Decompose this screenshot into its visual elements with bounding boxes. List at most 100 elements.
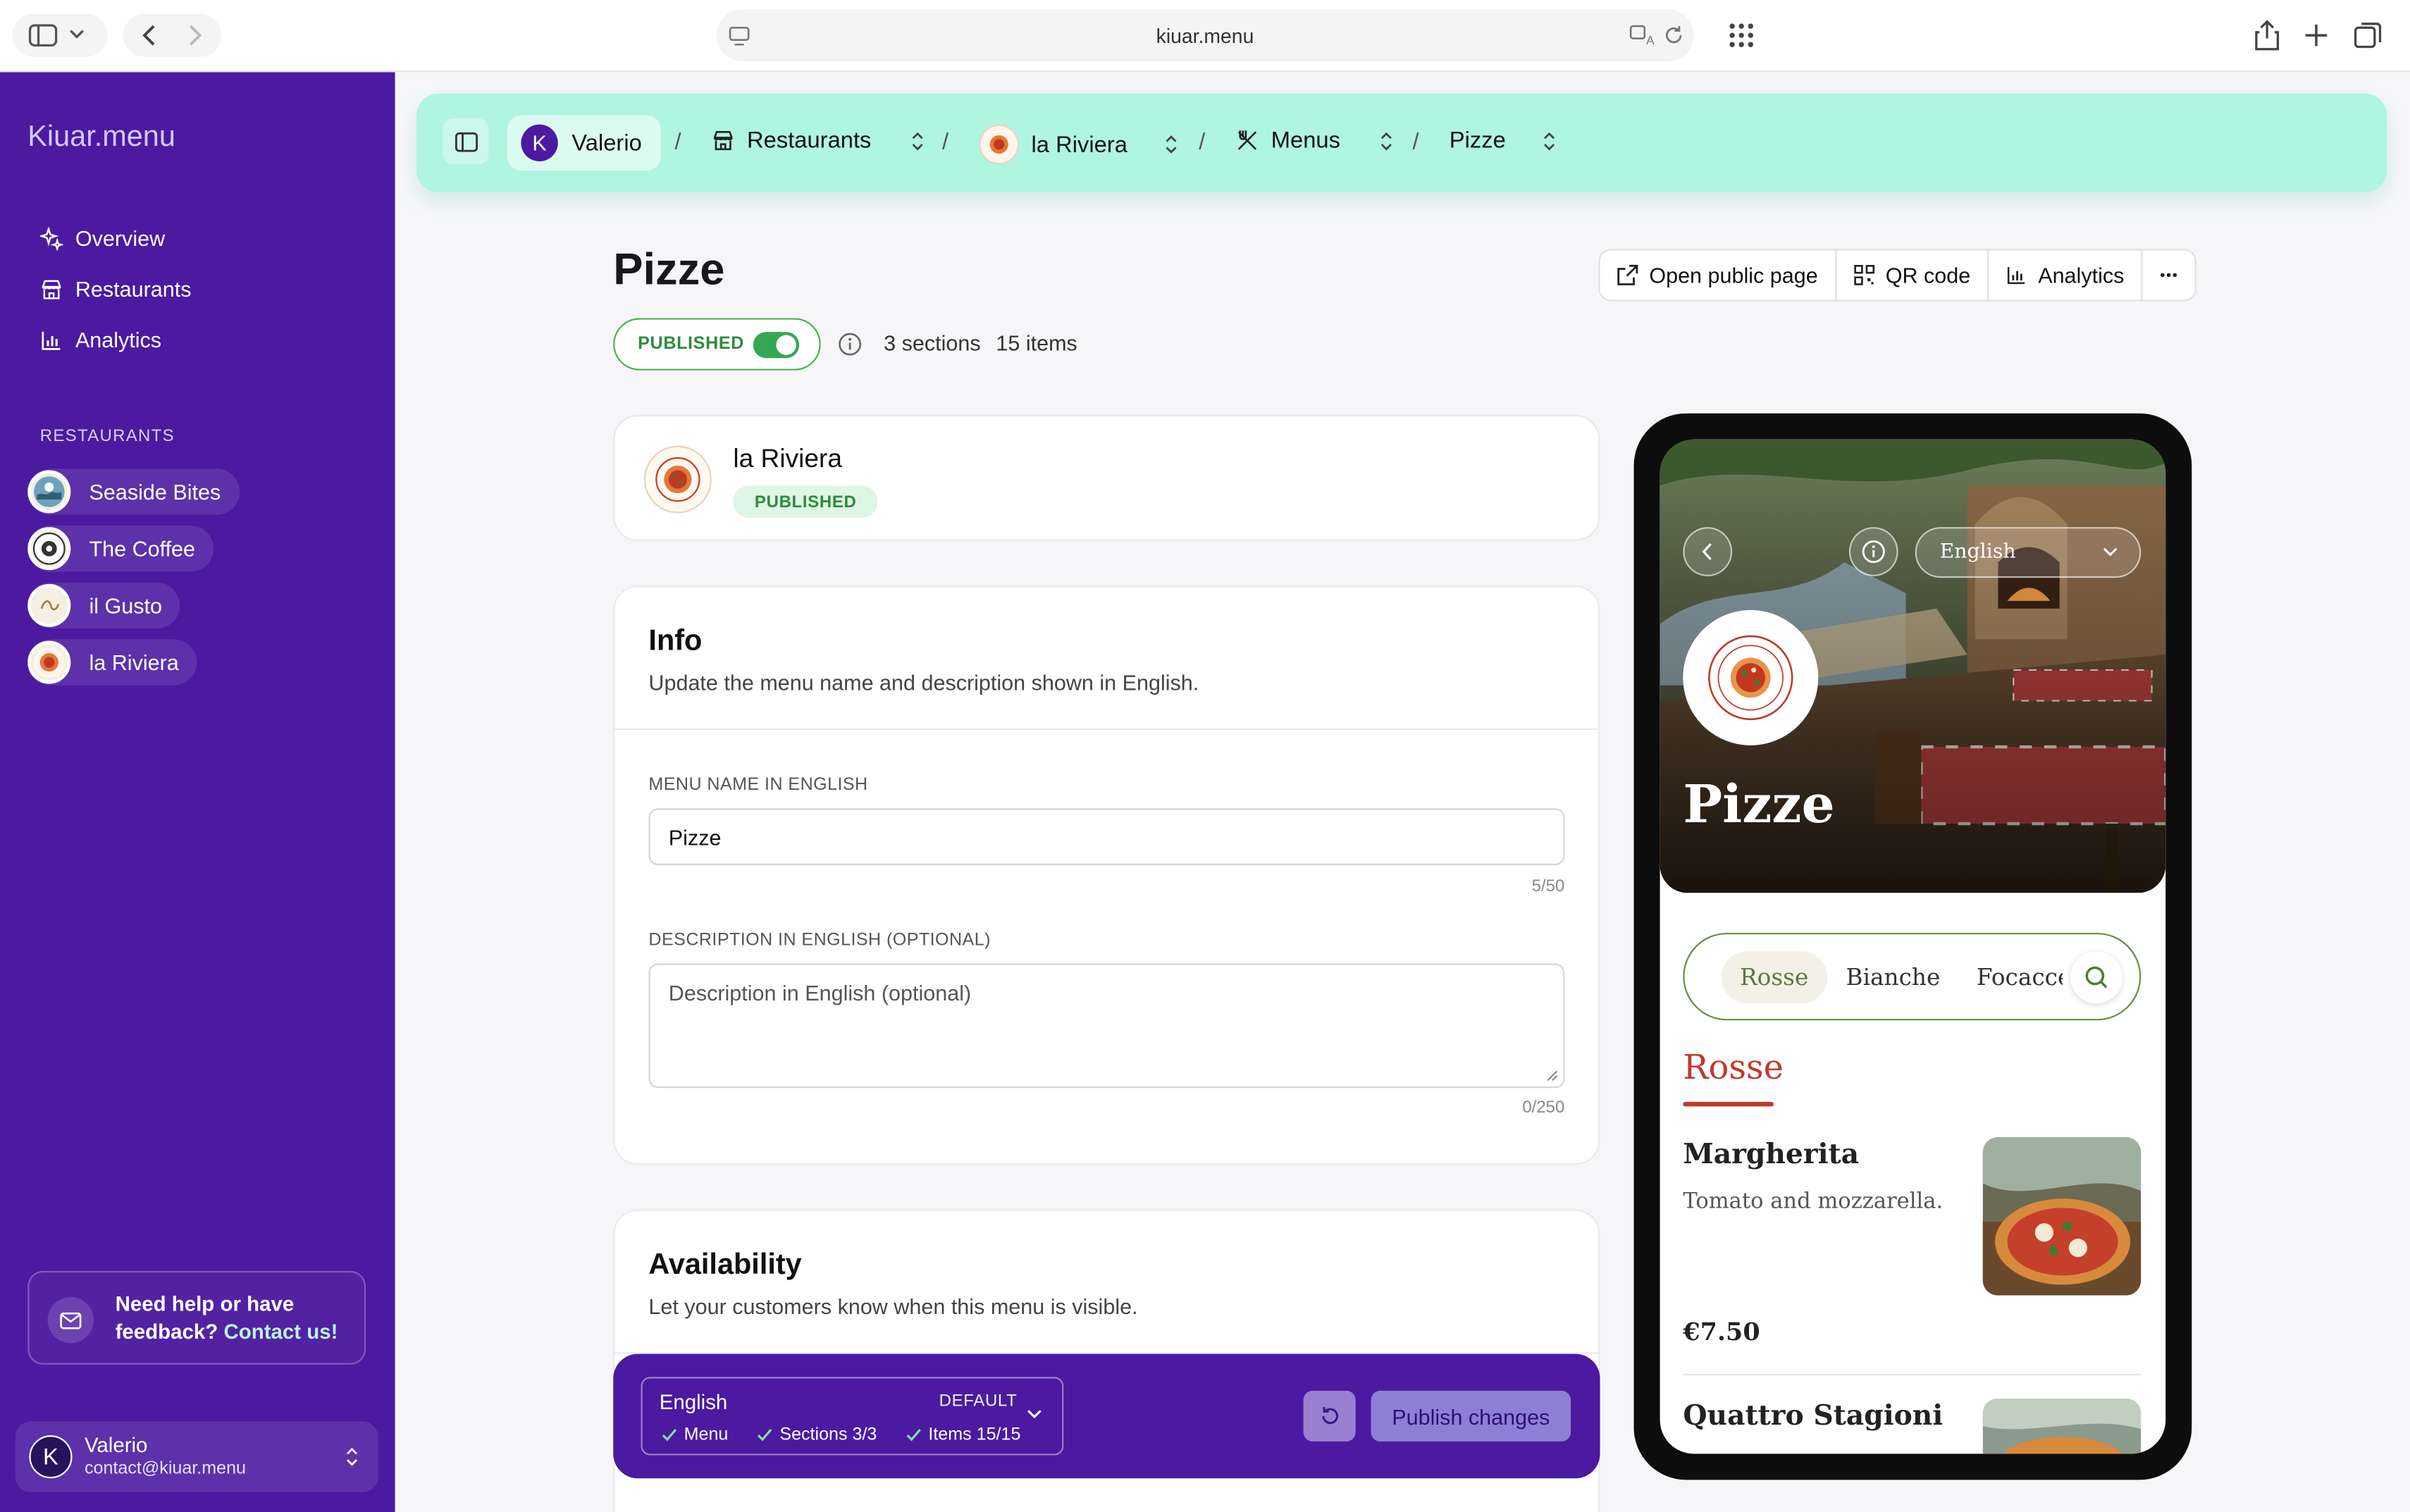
preview-item-name: Quattro Stagioni xyxy=(1683,1400,1944,1432)
breadcrumb-restaurant[interactable]: la Riviera xyxy=(979,124,1180,165)
extensions-grid-icon[interactable] xyxy=(1728,22,1755,49)
sections-count: 3 sections xyxy=(884,330,981,355)
check-items: Items 15/15 xyxy=(906,1425,1020,1444)
sidebar-toggle-button[interactable] xyxy=(12,13,108,57)
reader-icon[interactable] xyxy=(729,26,750,46)
chevron-updown-icon[interactable] xyxy=(1377,130,1395,151)
chevron-down-icon xyxy=(2103,547,2118,557)
preview-back-button[interactable] xyxy=(1683,527,1733,576)
description-textarea[interactable]: Description in English (optional) xyxy=(648,963,1565,1089)
restaurant-name: il Gusto xyxy=(89,593,163,618)
menu-name-counter: 5/50 xyxy=(1531,877,1565,896)
hero-image: English Pizze xyxy=(1660,439,2166,893)
address-bar[interactable]: kiuar.menu A xyxy=(716,9,1694,62)
availability-heading: Availability xyxy=(648,1249,802,1282)
chevron-down-icon xyxy=(70,30,85,39)
breadcrumb-separator: / xyxy=(1199,129,1206,156)
phone-preview: English Pizze Rosse Bianche Focacce Ross… xyxy=(1633,413,2192,1480)
chevron-updown-icon[interactable] xyxy=(908,130,927,151)
url-text: kiuar.menu xyxy=(1156,23,1254,47)
nav-restaurants[interactable]: Restaurants xyxy=(40,272,192,306)
check-sections-label: Sections 3/3 xyxy=(779,1425,877,1444)
preview-tab-focacce[interactable]: Focacce xyxy=(1977,951,2063,1003)
contact-us-link[interactable]: Contact us! xyxy=(223,1320,338,1344)
new-tab-icon[interactable] xyxy=(2304,23,2328,48)
more-options-button[interactable] xyxy=(2143,251,2195,300)
breadcrumb-menu[interactable]: Pizze xyxy=(1450,128,1558,154)
translate-icon[interactable]: A xyxy=(1629,25,1657,47)
breadcrumb-menus[interactable]: Menus xyxy=(1236,128,1396,154)
toggle-sidebar-button[interactable] xyxy=(443,118,489,165)
restaurant-item-the-coffee[interactable]: The Coffee xyxy=(27,525,214,572)
restaurant-item-seaside-bites[interactable]: Seaside Bites xyxy=(27,469,240,515)
publish-changes-button[interactable]: Publish changes xyxy=(1371,1390,1571,1442)
restaurant-item-il-gusto[interactable]: il Gusto xyxy=(27,582,181,629)
menu-name-label: MENU NAME IN ENGLISH xyxy=(648,776,868,795)
sparkle-icon xyxy=(39,226,63,250)
share-icon[interactable] xyxy=(2254,20,2281,51)
preview-menu-title: Pizze xyxy=(1683,774,1835,836)
chevron-updown-icon[interactable] xyxy=(1540,130,1558,151)
restaurant-item-la-riviera[interactable]: la Riviera xyxy=(27,639,197,686)
nav-restaurants-label: Restaurants xyxy=(75,276,192,302)
account-label: Valerio xyxy=(571,130,642,156)
language-selector[interactable]: English DEFAULT Menu Sections 3/3 Items … xyxy=(641,1377,1064,1456)
preview-info-button[interactable] xyxy=(1848,527,1898,576)
back-arrow-icon[interactable] xyxy=(126,23,172,48)
status-badge: PUBLISHED xyxy=(733,485,878,519)
description-placeholder: Description in English (optional) xyxy=(668,980,972,1005)
breadcrumb-restaurant-label: la Riviera xyxy=(1031,131,1127,158)
check-menu-label: Menu xyxy=(684,1425,729,1444)
description-counter: 0/250 xyxy=(1522,1098,1565,1117)
restaurant-logo xyxy=(979,124,1020,165)
avatar: K xyxy=(29,1435,73,1479)
section-underline xyxy=(1683,1101,1774,1107)
language-label: English xyxy=(659,1390,728,1414)
info-card: Info Update the menu name and descriptio… xyxy=(613,585,1600,1165)
user-name: Valerio xyxy=(84,1433,148,1457)
open-public-page-button[interactable]: Open public page xyxy=(1600,250,1836,300)
preview-language-select[interactable]: English xyxy=(1915,527,2142,578)
qr-code-label: QR code xyxy=(1885,262,1971,287)
panel-left-icon xyxy=(454,131,477,151)
published-toggle[interactable]: PUBLISHED xyxy=(613,318,821,371)
restaurant-name: la Riviera xyxy=(733,444,842,473)
breadcrumb-separator: / xyxy=(942,129,949,156)
check-menu: Menu xyxy=(661,1425,728,1444)
breadcrumb-account[interactable]: K Valerio xyxy=(507,115,661,171)
restaurant-name: Seaside Bites xyxy=(89,479,221,504)
description-label: DESCRIPTION IN ENGLISH (OPTIONAL) xyxy=(648,931,991,950)
preview-tab-bianche[interactable]: Bianche xyxy=(1846,951,1941,1003)
revert-button[interactable] xyxy=(1303,1390,1356,1442)
forward-arrow-icon[interactable] xyxy=(172,23,218,48)
breadcrumb-separator: / xyxy=(674,129,681,156)
restaurant-name: The Coffee xyxy=(89,536,196,562)
chevron-updown-icon[interactable] xyxy=(1161,134,1180,156)
nav-overview[interactable]: Overview xyxy=(39,221,165,255)
publish-switch[interactable] xyxy=(753,332,800,359)
qr-code-button[interactable]: QR code xyxy=(1836,250,1989,300)
nav-analytics-label: Analytics xyxy=(75,327,162,352)
reload-icon[interactable] xyxy=(1663,25,1685,47)
restaurant-logo xyxy=(27,527,71,571)
undo-icon xyxy=(1321,1406,1337,1425)
preview-item-image[interactable] xyxy=(1982,1137,2142,1296)
items-count: 15 items xyxy=(996,330,1077,355)
preview-language-label: English xyxy=(1939,540,2016,564)
user-menu[interactable]: K Valerio contact@kiuar.menu xyxy=(15,1421,378,1492)
brand-logo[interactable]: Kiuar.menu xyxy=(27,121,175,155)
resize-handle-icon[interactable] xyxy=(1546,1070,1558,1082)
info-subtitle: Update the menu name and description sho… xyxy=(648,669,1199,695)
chevron-left-icon xyxy=(1702,543,1712,561)
breadcrumb-restaurants[interactable]: Restaurants xyxy=(712,128,927,154)
info-icon[interactable] xyxy=(838,332,863,357)
tabs-overview-icon[interactable] xyxy=(2353,20,2384,51)
nav-analytics[interactable]: Analytics xyxy=(40,323,161,357)
analytics-button[interactable]: Analytics xyxy=(1989,250,2143,300)
check-icon xyxy=(662,1429,677,1442)
breadcrumb: K Valerio / Restaurants / la Riviera / M… xyxy=(416,94,2387,192)
preview-search-button[interactable] xyxy=(2070,951,2123,1004)
menu-name-input[interactable]: Pizze xyxy=(648,808,1565,865)
preview-tab-rosse[interactable]: Rosse xyxy=(1721,951,1827,1004)
preview-item-image[interactable] xyxy=(1982,1398,2142,1454)
